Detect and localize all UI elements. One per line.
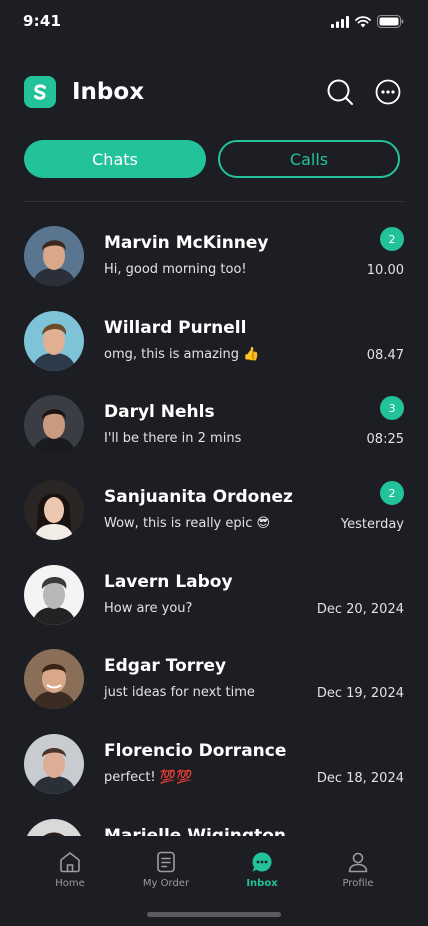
logo-s-icon [34,84,46,100]
message-preview: I'll be there in 2 mins [104,431,242,447]
nav-label: Home [55,878,85,889]
avatar [24,818,84,836]
unread-badge: 3 [380,396,404,421]
nav-label: Inbox [246,878,278,889]
chat-row-marvin-mckinney[interactable]: Marvin McKinney Hi, good morning too! 2 … [0,222,428,307]
unread-badge: 2 [380,227,404,251]
message-preview: just ideas for next time [104,685,255,701]
contact-name: Marielle Wigington [104,825,286,836]
message-time: 08:25 [366,432,404,448]
message-preview: perfect! 💯💯 [104,770,193,786]
avatar [24,310,84,371]
chat-row-florencio-dorrance[interactable]: Florencio Dorrance perfect! 💯💯 Dec 18, 2… [0,730,428,815]
wifi-icon [355,15,371,27]
tab-chats[interactable]: Chats [24,140,206,178]
contact-name: Lavern Laboy [104,571,233,592]
message-time: 08.47 [366,347,404,363]
user-icon [348,852,368,873]
header: Inbox [24,76,404,108]
chat-row-willard-purnell[interactable]: Willard Purnell omg, this is amazing 👍 0… [0,307,428,392]
search-icon [327,79,353,105]
nav-profile[interactable]: Profile [318,850,398,889]
nav-label: My Order [142,878,190,889]
chat-row-marielle-wigington[interactable]: Marielle Wigington [0,815,428,836]
tab-calls[interactable]: Calls [218,140,400,178]
chat-list: Marvin McKinney Hi, good morning too! 2 … [0,222,428,836]
contact-name: Daryl Nehls [104,402,215,423]
message-preview: How are you? [104,600,193,616]
message-time: Yesterday [340,517,404,533]
status-bar: 9:41 [0,0,428,44]
contact-name: Sanjuanita Ordonez [104,487,293,508]
chat-row-daryl-nehls[interactable]: Daryl Nehls I'll be there in 2 mins 3 08… [0,391,428,476]
battery-icon [377,15,404,28]
status-time: 9:41 [23,12,62,30]
avatar [24,564,84,625]
nav-home[interactable]: Home [30,850,110,889]
chat-bubble-icon [252,852,272,872]
message-time: Dec 20, 2024 [316,601,404,617]
unread-badge: 2 [380,481,404,506]
message-time: 10.00 [366,263,404,278]
avatar [24,649,84,710]
more-options-button[interactable] [374,78,402,106]
signal-icon [331,15,349,28]
message-preview: omg, this is amazing 👍 [104,346,260,362]
search-button[interactable] [326,78,354,106]
nav-label: Profile [342,878,374,889]
avatar [24,480,84,541]
page-title: Inbox [72,79,145,105]
chat-row-sanjuanita-ordonez[interactable]: Sanjuanita Ordonez Wow, this is really e… [0,476,428,561]
contact-name: Florencio Dorrance [104,741,287,762]
message-time: Dec 18, 2024 [316,771,404,787]
chat-row-lavern-laboy[interactable]: Lavern Laboy How are you? Dec 20, 2024 [0,561,428,646]
contact-name: Willard Purnell [104,317,247,338]
avatar [24,734,84,795]
more-icon [375,79,401,105]
app-logo [24,76,56,108]
avatar [24,395,84,456]
home-indicator [147,912,281,917]
avatar [24,226,84,286]
message-preview: Hi, good morning too! [104,262,247,277]
order-icon [157,851,175,873]
message-preview: Wow, this is really epic 😎 [104,516,271,532]
contact-name: Marvin McKinney [104,233,269,253]
contact-name: Edgar Torrey [104,656,227,677]
tab-bar: Chats Calls [24,140,400,178]
nav-inbox[interactable]: Inbox [222,850,302,889]
home-icon [60,852,80,873]
nav-my-order[interactable]: My Order [126,850,206,889]
divider [24,201,404,202]
message-time: Dec 19, 2024 [316,686,404,702]
status-icons [331,15,404,28]
chat-row-edgar-torrey[interactable]: Edgar Torrey just ideas for next time De… [0,645,428,730]
